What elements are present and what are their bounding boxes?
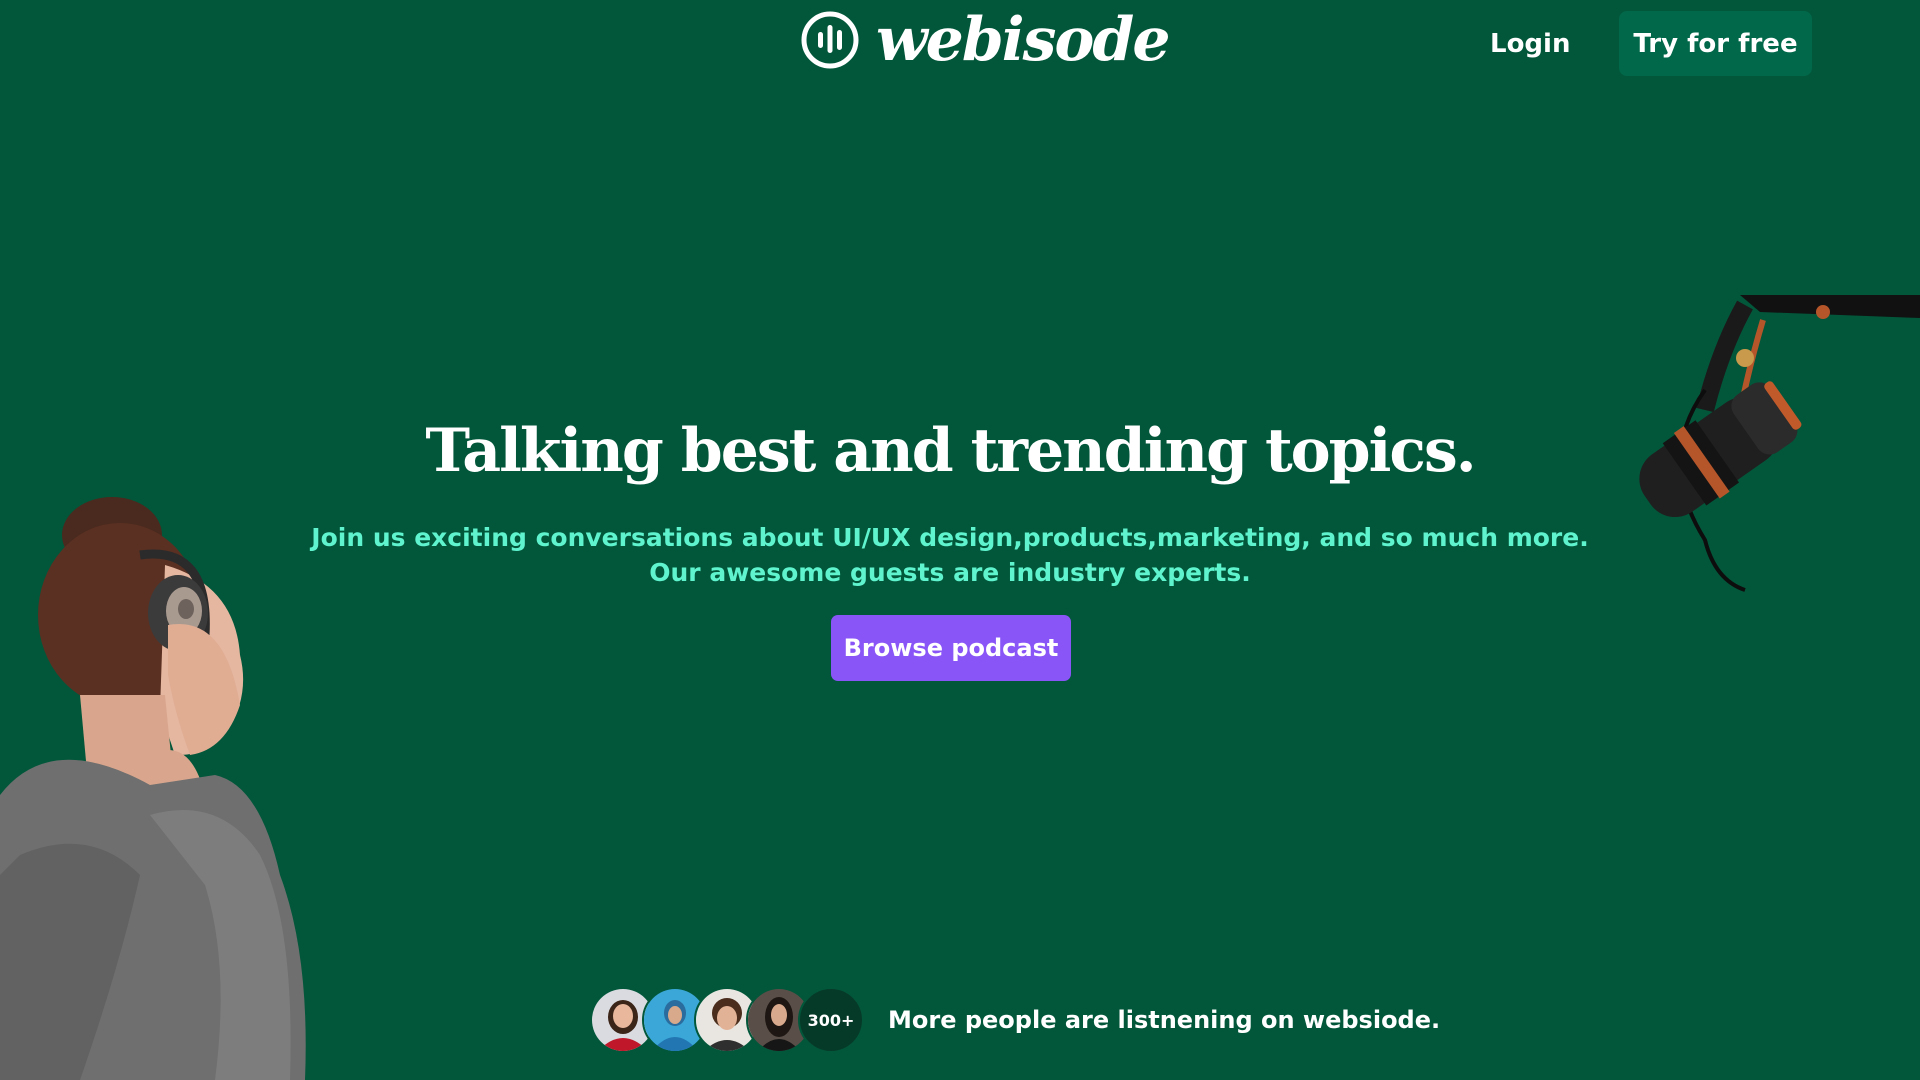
try-for-free-button[interactable]: Try for free [1619,11,1812,76]
brand-name: webisode [876,5,1170,75]
listener-avatars: 300+ [590,987,864,1053]
woman-with-headphones-photo [0,497,306,1080]
login-link[interactable]: Login [1490,24,1570,64]
studio-microphone-photo [1639,295,1920,592]
page: webisode Login Try for free Talking best… [0,0,1920,1080]
browse-podcast-button[interactable]: Browse podcast [831,615,1071,681]
audio-bars-circle-icon [801,11,859,69]
listeners-section: 300+ More people are listnening on websi… [590,987,1440,1053]
brand-logo[interactable]: webisode [800,5,1170,75]
listener-count-badge: 300+ [798,987,864,1053]
listeners-text: More people are listnening on websiode. [888,1006,1441,1034]
